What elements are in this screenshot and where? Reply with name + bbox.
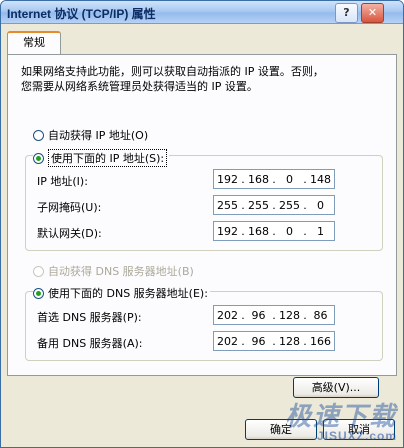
manual-dns-radio[interactable] <box>33 287 44 299</box>
adns-octet-4: 166 <box>309 334 331 348</box>
title-bar[interactable]: Internet 协议 (TCP/IP) 属性 ? ✕ <box>1 1 403 24</box>
ip-address-label: IP 地址(I): <box>37 175 88 188</box>
ip-octet-4: 148 <box>309 172 331 186</box>
default-gateway-input[interactable]: 192. 168. 0. 1 <box>213 221 335 241</box>
mask-octet-1: 255 <box>217 198 239 212</box>
manual-ip-option[interactable]: 使用下面的 IP 地址(S): <box>33 149 170 167</box>
preferred-dns-input[interactable]: 202. 96. 128. 86 <box>213 305 335 325</box>
auto-ip-label: 自动获得 IP 地址(O) <box>48 129 149 142</box>
adns-octet-1: 202 <box>217 334 239 348</box>
gateway-octet-1: 192 <box>217 224 239 238</box>
manual-dns-label: 使用下面的 DNS 服务器地址(E): <box>48 287 208 300</box>
gateway-octet-4: 1 <box>316 224 324 238</box>
auto-ip-option[interactable]: 自动获得 IP 地址(O) <box>33 127 148 143</box>
auto-dns-option[interactable]: 自动获得 DNS 服务器地址(B) <box>33 263 194 279</box>
tcpip-properties-dialog: Internet 协议 (TCP/IP) 属性 ? ✕ 常规 如果网络支持此功能… <box>0 0 404 448</box>
watermark: 极速下载 JISUXZ.com <box>285 396 397 443</box>
pdns-octet-2: 96 <box>251 308 266 322</box>
watermark-brand: 极速下载 <box>284 402 397 432</box>
auto-dns-label: 自动获得 DNS 服务器地址(B) <box>48 265 194 278</box>
mask-octet-2: 255 <box>248 198 270 212</box>
alternate-dns-label: 备用 DNS 服务器(A): <box>37 337 143 350</box>
ip-octet-1: 192 <box>217 172 239 186</box>
manual-ip-label: 使用下面的 IP 地址(S): <box>48 149 168 167</box>
subnet-mask-input[interactable]: 255. 255. 255. 0 <box>213 195 335 215</box>
manual-dns-option[interactable]: 使用下面的 DNS 服务器地址(E): <box>33 285 210 301</box>
ip-octet-3: 0 <box>285 172 293 186</box>
gateway-octet-2: 168 <box>248 224 270 238</box>
gateway-octet-3: 0 <box>285 224 293 238</box>
ip-address-input[interactable]: 192. 168. 0. 148 <box>213 169 335 189</box>
manual-ip-radio[interactable] <box>33 152 44 164</box>
pdns-octet-1: 202 <box>217 308 239 322</box>
watermark-site: JISUXZ.com <box>316 429 397 443</box>
default-gateway-label: 默认网关(D): <box>37 227 102 240</box>
subnet-mask-label: 子网掩码(U): <box>37 201 102 214</box>
pdns-octet-3: 128 <box>278 308 300 322</box>
advanced-button[interactable]: 高级(V)... <box>293 377 379 398</box>
alternate-dns-input[interactable]: 202. 96. 128. 166 <box>213 331 335 351</box>
adns-octet-2: 96 <box>251 334 266 348</box>
mask-octet-4: 0 <box>316 198 324 212</box>
preferred-dns-label: 首选 DNS 服务器(P): <box>37 311 142 324</box>
pdns-octet-4: 86 <box>313 308 328 322</box>
auto-ip-radio[interactable] <box>33 129 44 141</box>
tab-general[interactable]: 常规 <box>7 31 61 55</box>
help-button[interactable]: ? <box>335 3 358 23</box>
description-line-1: 如果网络支持此功能，则可以获取自动指派的 IP 设置。否则， <box>21 65 324 78</box>
mask-octet-3: 255 <box>278 198 300 212</box>
adns-octet-3: 128 <box>278 334 300 348</box>
close-button[interactable]: ✕ <box>361 3 384 23</box>
ip-octet-2: 168 <box>248 172 270 186</box>
description-line-2: 您需要从网络系统管理员处获得适当的 IP 设置。 <box>21 80 258 93</box>
auto-dns-radio[interactable] <box>33 265 44 277</box>
window-title: Internet 协议 (TCP/IP) 属性 <box>7 7 156 21</box>
description-text: 如果网络支持此功能，则可以获取自动指派的 IP 设置。否则， 您需要从网络系统管… <box>21 64 381 94</box>
